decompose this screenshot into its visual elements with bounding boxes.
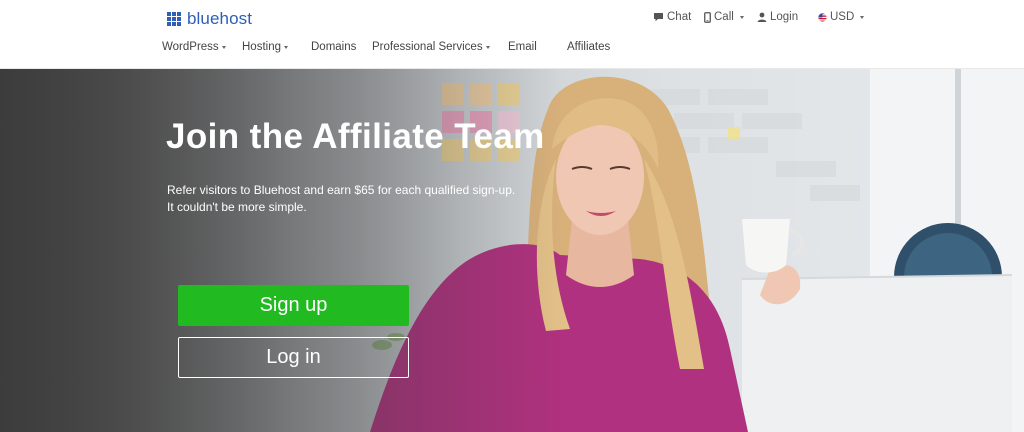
logo-grid-icon <box>167 12 181 26</box>
chevron-down-icon <box>221 46 226 49</box>
phone-icon <box>704 11 711 23</box>
nav-item-wordpress[interactable]: WordPress <box>162 41 226 53</box>
nav-item-domains[interactable]: Domains <box>311 41 356 53</box>
currency-label: USD <box>830 11 855 23</box>
nav-item-label: Hosting <box>242 41 281 53</box>
chevron-down-icon <box>860 16 865 19</box>
nav-item-email[interactable]: Email <box>508 41 537 53</box>
nav-item-label: WordPress <box>162 41 219 53</box>
call-link[interactable]: Call <box>704 11 744 23</box>
hero-subtitle: Refer visitors to Bluehost and earn $65 … <box>167 182 515 216</box>
call-label: Call <box>714 11 734 23</box>
hero-subtitle-line: It couldn't be more simple. <box>167 200 307 214</box>
nav-item-label: Email <box>508 41 537 53</box>
nav-item-affiliates[interactable]: Affiliates <box>567 41 610 53</box>
chat-icon <box>653 12 664 22</box>
site-header: bluehost Chat Call Login USD WordPress H… <box>0 0 1024 69</box>
nav-item-professional-services[interactable]: Professional Services <box>372 41 490 53</box>
currency-selector[interactable]: USD <box>818 11 865 23</box>
bluehost-logo[interactable]: bluehost <box>167 10 252 28</box>
chat-label: Chat <box>667 11 692 23</box>
user-icon <box>757 12 767 22</box>
main-nav: WordPress Hosting Domains Professional S… <box>0 41 1024 55</box>
chat-link[interactable]: Chat <box>653 11 691 23</box>
hero-banner: Join the Affiliate Team Refer visitors t… <box>0 69 1024 432</box>
nav-item-label: Affiliates <box>567 41 611 53</box>
login-button[interactable]: Log in <box>178 337 409 378</box>
chevron-down-icon <box>739 16 744 19</box>
signup-button[interactable]: Sign up <box>178 285 409 326</box>
nav-item-label: Domains <box>311 41 357 53</box>
us-flag-icon <box>818 12 827 22</box>
nav-item-hosting[interactable]: Hosting <box>242 41 288 53</box>
hero-subtitle-line: Refer visitors to Bluehost and earn $65 … <box>167 183 516 197</box>
logo-text: bluehost <box>187 9 253 28</box>
chevron-down-icon <box>485 46 490 49</box>
hero-title: Join the Affiliate Team <box>166 117 545 156</box>
login-link[interactable]: Login <box>757 11 798 23</box>
login-label: Login <box>770 11 799 23</box>
nav-item-label: Professional Services <box>372 41 483 53</box>
chevron-down-icon <box>284 46 288 49</box>
